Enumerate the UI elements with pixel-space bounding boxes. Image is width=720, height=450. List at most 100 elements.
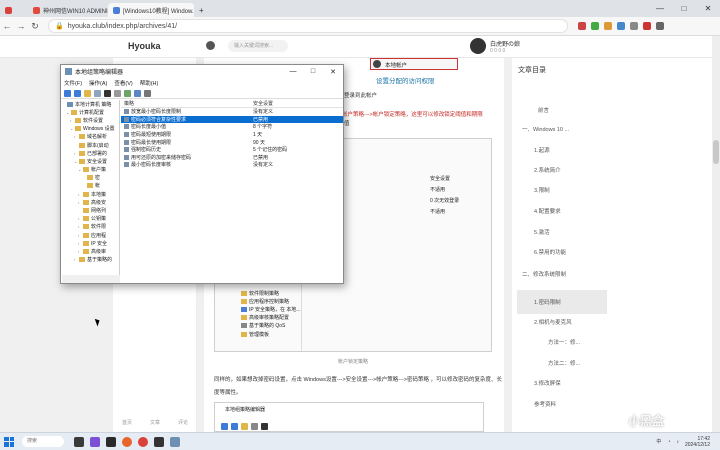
clock[interactable]: 17:42 2024/12/12 [685, 436, 710, 448]
page-scrollbar[interactable] [712, 36, 720, 432]
toc-item[interactable]: 1.起源 [534, 146, 550, 154]
tree-item[interactable]: › 高级审 [62, 247, 119, 255]
column-setting[interactable]: 安全设置 [251, 100, 311, 107]
tree-item[interactable]: › 基于策略的 [62, 256, 119, 264]
policy-row[interactable]: 密码最长使用期限 90 天 [121, 138, 343, 146]
tree-item[interactable]: 本地计算机 策略 [62, 100, 119, 108]
toc-item[interactable]: 二、修改系统限制 [522, 270, 566, 278]
toc-item[interactable]: 一、Windows 10 ... [522, 125, 569, 133]
delete-icon[interactable] [104, 89, 111, 97]
rail-articles-link[interactable]: 文章 [150, 419, 160, 426]
tree-horizontal-scrollbar[interactable] [62, 275, 120, 283]
forward-icon[interactable] [74, 89, 81, 97]
menu-help[interactable]: 帮助(H) [140, 79, 159, 87]
policy-row[interactable]: 密码长度最小值 8 个字符 [121, 123, 343, 131]
policy-row[interactable]: 放宽最小密码长度限制 没有定义 [121, 108, 343, 116]
rail-comments-link[interactable]: 评论 [178, 419, 188, 426]
forward-icon[interactable]: → [14, 21, 28, 31]
extension-icon[interactable] [643, 22, 651, 30]
start-icon[interactable] [4, 436, 14, 447]
github-icon[interactable] [206, 41, 215, 50]
taskbar-search[interactable]: 搜索 [22, 436, 64, 447]
view-icon[interactable] [144, 89, 151, 97]
browser-tab-3[interactable]: [Windows10教程] Window... ✕ [108, 3, 194, 17]
toc-item[interactable]: 4.配置要求 [534, 207, 561, 215]
app-icon[interactable] [106, 436, 116, 447]
column-policy[interactable]: 策略 [121, 100, 251, 107]
browser-tab-2[interactable]: 神州网信WIN10 ADMINISTR... [28, 3, 108, 17]
mmc-icon[interactable] [170, 436, 180, 447]
avatar[interactable] [470, 38, 486, 54]
rail-home-link[interactable]: 首页 [122, 419, 132, 426]
show-hide-tree-icon[interactable] [94, 89, 101, 97]
extension-icon[interactable] [617, 22, 625, 30]
section-heading[interactable]: 设置分配的访问权限 [376, 75, 435, 85]
site-search-input[interactable]: 输入关键词搜索... [228, 40, 288, 52]
tree-item[interactable]: ⌄ Windows 设置 [62, 125, 119, 133]
volume-icon[interactable]: ♪ [676, 439, 679, 445]
tree-item[interactable]: › 本地策 [62, 190, 119, 198]
back-icon[interactable]: ← [0, 21, 14, 31]
toc-item[interactable]: 方法一：修... [548, 338, 580, 346]
tree-item[interactable]: 网络列 [62, 206, 119, 214]
new-tab-button[interactable]: + [194, 3, 209, 17]
extension-icon[interactable] [630, 22, 638, 30]
task-view-icon[interactable] [74, 436, 84, 447]
extension-icon[interactable] [578, 22, 586, 30]
firefox-icon[interactable] [122, 436, 132, 447]
toc-item[interactable]: 6.禁用的功能 [534, 248, 566, 256]
tree-item[interactable]: › 公钥策 [62, 215, 119, 223]
dialog-titlebar[interactable]: 本地组策略编辑器 — □ ✕ [61, 65, 343, 78]
tree-item[interactable]: › 应用程 [62, 231, 119, 239]
menu-view[interactable]: 查看(V) [114, 79, 132, 87]
network-icon[interactable]: ◔ [667, 439, 670, 445]
tree-item[interactable]: 密 [62, 174, 119, 182]
extension-icon[interactable] [591, 22, 599, 30]
tree-item[interactable]: ⌄ 计算机配置 [62, 108, 119, 116]
toc-item[interactable]: 3.限制 [534, 186, 550, 194]
dialog-close-button[interactable]: ✕ [323, 68, 343, 76]
menu-file[interactable]: 文件(F) [64, 79, 82, 87]
tree-item[interactable]: ⌄ 帐户策 [62, 166, 119, 174]
scrollbar-thumb[interactable] [713, 140, 719, 164]
tree-item[interactable]: › 软件限 [62, 223, 119, 231]
back-icon[interactable] [64, 89, 71, 97]
extension-icon[interactable] [604, 22, 612, 30]
export-icon[interactable] [124, 89, 131, 97]
close-button[interactable]: ✕ [696, 4, 720, 13]
reload-icon[interactable]: ↻ [28, 21, 42, 32]
properties-icon[interactable] [114, 89, 121, 97]
toc-item[interactable]: 2.系统简介 [534, 166, 561, 174]
vivaldi-icon[interactable] [138, 436, 148, 447]
policy-row[interactable]: 密码必须符合复杂性要求 已禁用 [121, 115, 343, 124]
tree-item[interactable]: › 已部署的 [62, 149, 119, 157]
site-title[interactable]: Hyouka [128, 41, 161, 51]
policy-row[interactable]: 强制密码历史 5 个记住的密码 [121, 146, 343, 154]
policy-row[interactable]: 最小密码长度审核 没有定义 [121, 161, 343, 169]
tree-item[interactable]: 帐 [62, 182, 119, 190]
app-icon[interactable] [90, 436, 100, 447]
toc-item[interactable]: 参考资料 [534, 400, 556, 408]
toc-item[interactable]: 方法二：修... [548, 359, 580, 367]
dialog-maximize-button[interactable]: □ [303, 68, 323, 76]
menu-action[interactable]: 操作(A) [89, 79, 107, 87]
url-field[interactable]: 🔒 hyouka.club/index.php/archives/41/ [48, 19, 568, 33]
toc-item[interactable]: 3.修改屏保 [534, 379, 561, 387]
tree-item[interactable]: › 高级安 [62, 198, 119, 206]
tree-item[interactable]: ⌄ 安全设置 [62, 157, 119, 165]
toc-item-active[interactable]: 1.密码限制 [534, 298, 561, 306]
tree-item[interactable]: › IP 安全 [62, 239, 119, 247]
toc-item[interactable]: 前言 [538, 106, 549, 114]
tree-item[interactable]: 脚本(启动 [62, 141, 119, 149]
toc-item[interactable]: 5.激活 [534, 228, 550, 236]
help-icon[interactable] [134, 89, 141, 97]
terminal-icon[interactable] [154, 436, 164, 447]
policy-row[interactable]: 密码最短使用期限 1 天 [121, 131, 343, 139]
policy-row[interactable]: 用可还原的加密来储存密码 已禁用 [121, 154, 343, 162]
browser-tab-1[interactable] [0, 3, 28, 17]
tree-item[interactable]: › 软件设置 [62, 116, 119, 124]
tree-item[interactable]: › 域名解析 [62, 133, 119, 141]
up-folder-icon[interactable] [84, 89, 91, 97]
extension-icon[interactable] [656, 22, 664, 30]
minimize-button[interactable]: — [648, 4, 672, 13]
